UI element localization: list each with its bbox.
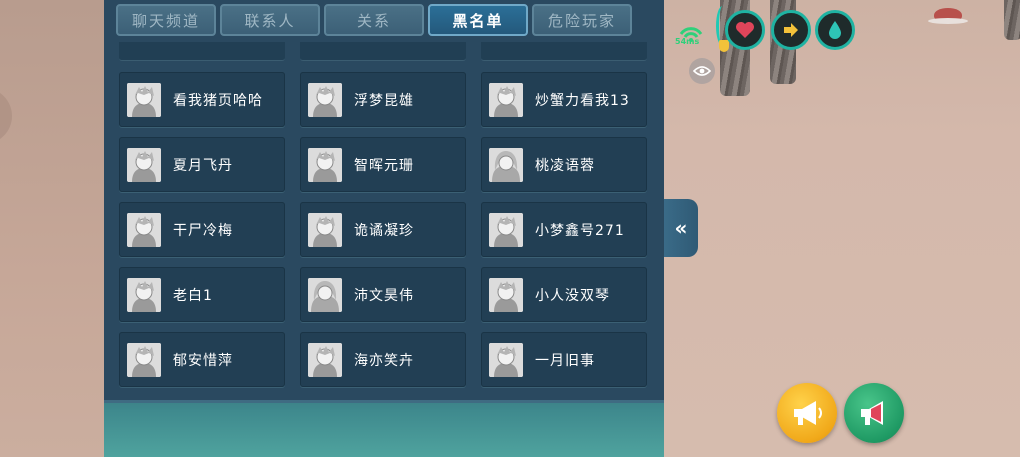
boost-icon[interactable] (771, 10, 811, 50)
blacklist-card[interactable]: 炒蟹力看我13 (481, 72, 647, 127)
player-name: 一月旧事 (535, 352, 595, 369)
collapse-panel-button[interactable]: « (664, 199, 698, 257)
avatar-boy-icon (489, 82, 523, 117)
tab-blacklist[interactable]: 黑名单 (428, 4, 528, 36)
blacklist-card[interactable]: 一月旧事 (481, 332, 647, 387)
shield-icon (719, 40, 729, 52)
creature-sprite (928, 8, 968, 24)
blacklist-card[interactable]: 看我猪页哈哈 (119, 72, 285, 127)
blacklist-card-partial[interactable] (119, 42, 285, 61)
avatar-boy-icon (127, 212, 161, 247)
blacklist-card[interactable]: 诡谲凝珍 (300, 202, 466, 257)
partial-row (119, 42, 649, 62)
latency-label: 54ms (675, 37, 700, 46)
double-chevron-left-icon: « (674, 216, 688, 240)
game-world-right (664, 0, 1020, 457)
blacklist-card-partial[interactable] (300, 42, 466, 61)
tree-trunk (1004, 0, 1020, 40)
blacklist-card[interactable]: 干尸冷梅 (119, 202, 285, 257)
blacklist-card[interactable]: 智晖元珊 (300, 137, 466, 192)
blacklist-card[interactable]: 夏月飞丹 (119, 137, 285, 192)
player-name: 海亦笑卉 (354, 352, 414, 369)
blacklist-card[interactable]: 沛文昊伟 (300, 267, 466, 322)
player-name: 老白1 (173, 287, 213, 304)
player-name: 干尸冷梅 (173, 222, 233, 239)
player-name: 看我猪页哈哈 (173, 92, 263, 109)
avatar-boy-icon (308, 82, 342, 117)
world-object (0, 88, 12, 144)
avatar-boy-icon (489, 342, 523, 377)
blacklist-card[interactable]: 小梦鑫号271 (481, 202, 647, 257)
blacklist-card-partial[interactable] (481, 42, 647, 61)
player-name: 炒蟹力看我13 (535, 92, 630, 109)
player-name: 小梦鑫号271 (535, 222, 625, 239)
tab-contacts[interactable]: 联系人 (220, 4, 320, 36)
avatar-girl-icon (489, 147, 523, 182)
avatar-boy-icon (489, 277, 523, 312)
blacklist-grid: 看我猪页哈哈 浮梦昆雄 炒蟹力看我13 夏月飞丹 智晖元珊 桃凌语蓉干尸冷梅 诡谲凝珍 小梦鑫… (119, 72, 647, 387)
heart-icon[interactable] (725, 10, 765, 50)
avatar-boy-icon (127, 277, 161, 312)
blacklist-scroll[interactable]: 看我猪页哈哈 浮梦昆雄 炒蟹力看我13 夏月飞丹 智晖元珊 桃凌语蓉干尸冷梅 诡谲凝珍 小梦鑫… (104, 42, 664, 392)
blacklist-card[interactable]: 郁安惜萍 (119, 332, 285, 387)
avatar-girl-icon (308, 277, 342, 312)
avatar-boy-icon (127, 82, 161, 117)
player-name: 沛文昊伟 (354, 287, 414, 304)
avatar-boy-icon (308, 342, 342, 377)
blacklist-card[interactable]: 浮梦昆雄 (300, 72, 466, 127)
eye-icon[interactable] (689, 58, 715, 84)
tab-danger-players[interactable]: 危险玩家 (532, 4, 632, 36)
blacklist-card[interactable]: 桃凌语蓉 (481, 137, 647, 192)
water-drop-icon[interactable] (815, 10, 855, 50)
game-world-left (0, 0, 104, 457)
avatar-boy-icon (489, 212, 523, 247)
avatar-boy-icon (127, 147, 161, 182)
player-name: 郁安惜萍 (173, 352, 233, 369)
player-name: 智晖元珊 (354, 157, 414, 174)
player-name: 夏月飞丹 (173, 157, 233, 174)
player-name: 小人没双琴 (535, 287, 610, 304)
megaphone-gold-button[interactable] (777, 383, 837, 443)
social-panel: 聊天频道 联系人 关系 黑名单 危险玩家 看我猪页哈哈 浮梦昆雄 炒蟹力看我13 夏月… (104, 0, 664, 457)
avatar-boy-icon (127, 342, 161, 377)
tab-chat-channel[interactable]: 聊天频道 (116, 4, 216, 36)
blacklist-card[interactable]: 海亦笑卉 (300, 332, 466, 387)
social-panel-body: 聊天频道 联系人 关系 黑名单 危险玩家 看我猪页哈哈 浮梦昆雄 炒蟹力看我13 夏月… (104, 0, 664, 403)
avatar-boy-icon (308, 212, 342, 247)
player-name: 诡谲凝珍 (354, 222, 414, 239)
player-name: 浮梦昆雄 (354, 92, 414, 109)
megaphone-green-button[interactable] (844, 383, 904, 443)
blacklist-card[interactable]: 小人没双琴 (481, 267, 647, 322)
player-name: 桃凌语蓉 (535, 157, 595, 174)
blacklist-card[interactable]: 老白1 (119, 267, 285, 322)
tab-relations[interactable]: 关系 (324, 4, 424, 36)
avatar-boy-icon (308, 147, 342, 182)
tab-bar: 聊天频道 联系人 关系 黑名单 危险玩家 (116, 4, 632, 38)
